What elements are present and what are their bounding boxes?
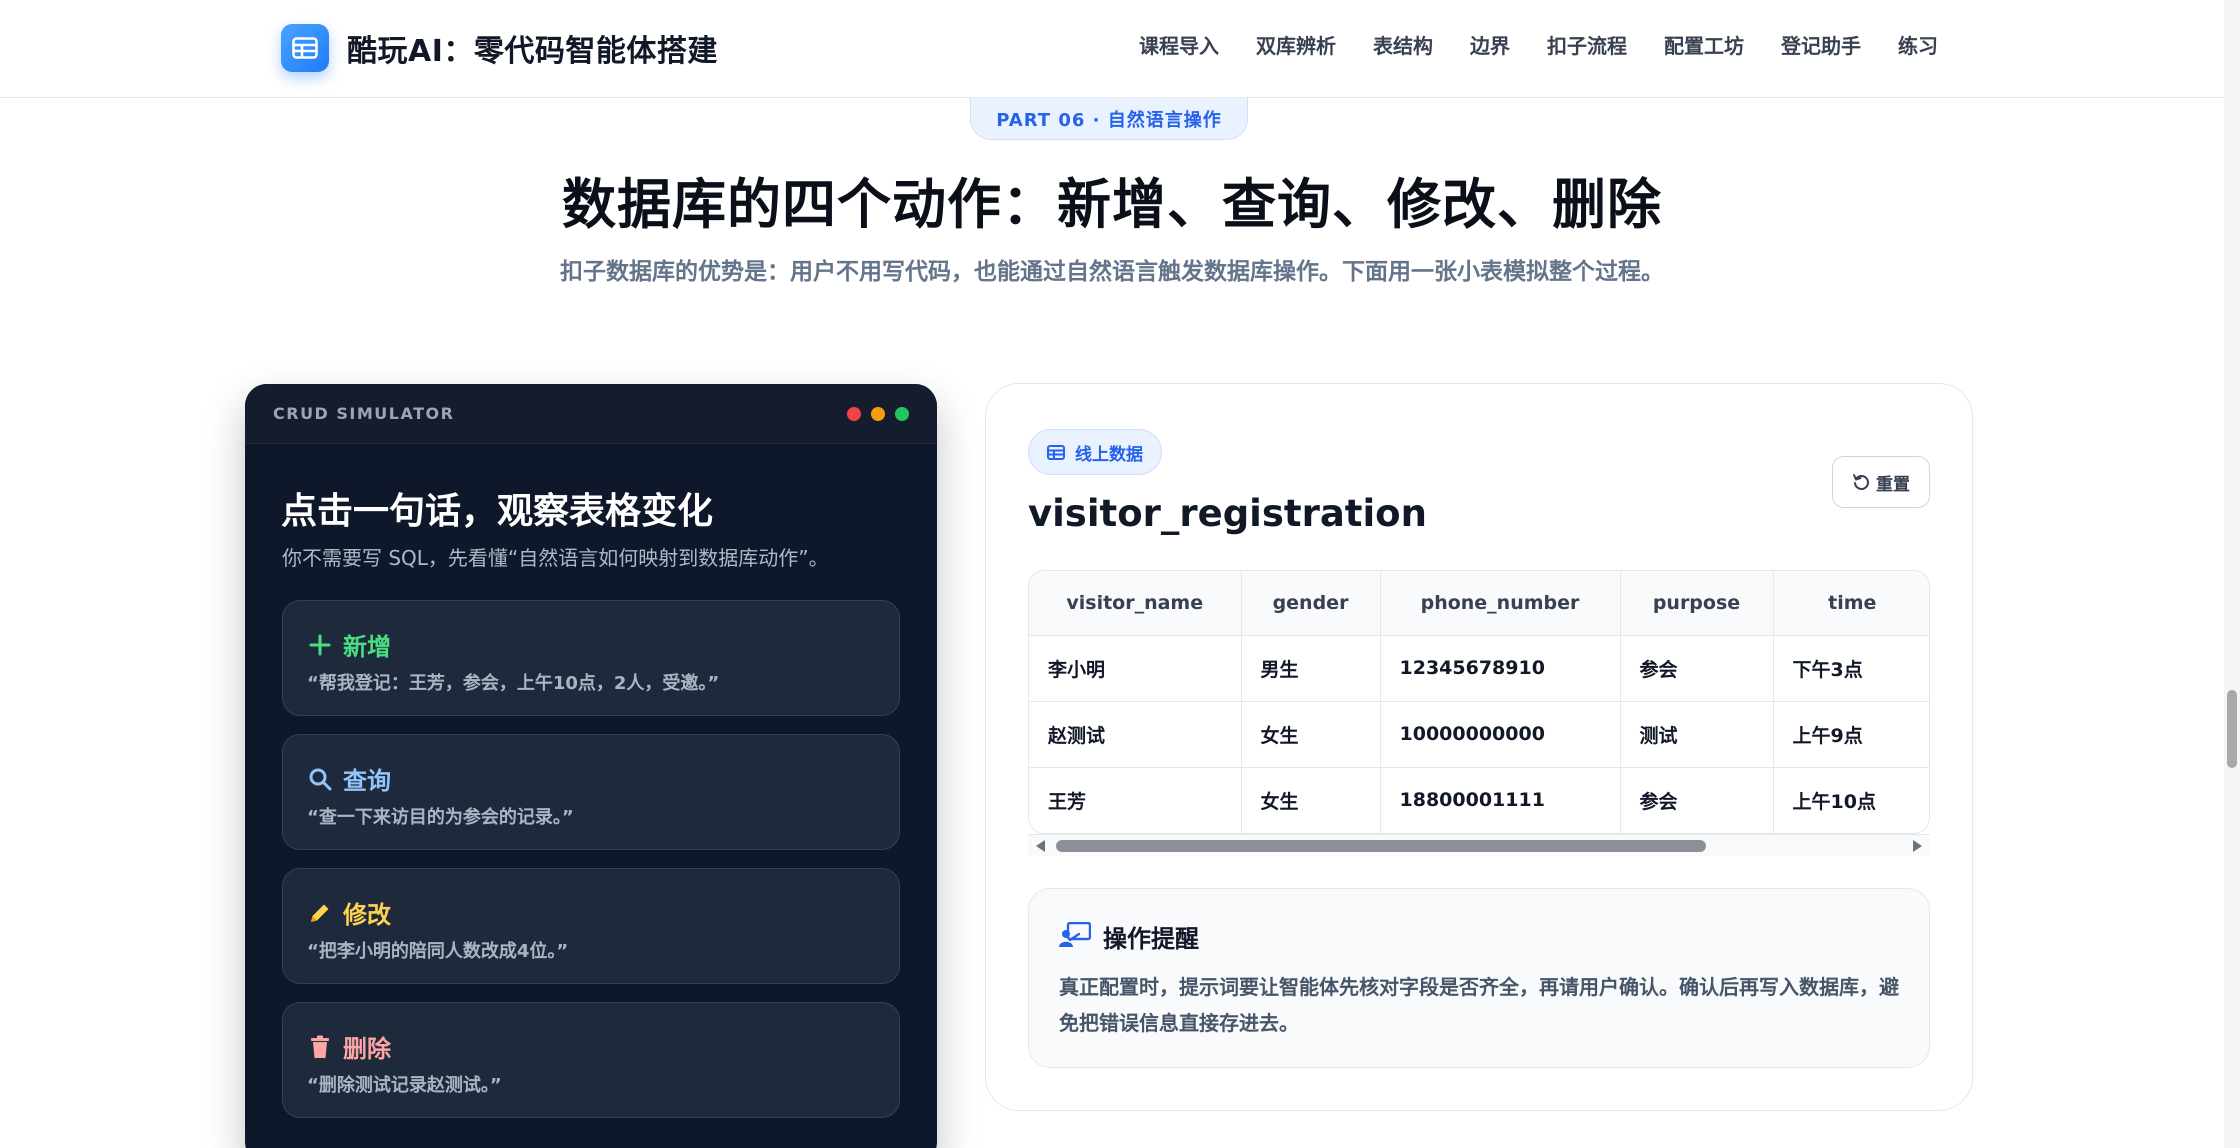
nav-item-register-assistant[interactable]: 登记助手: [1781, 30, 1861, 59]
brand-title: 酷玩AI：零代码智能体搭建: [347, 34, 718, 69]
main-nav: 课程导入 双库辨析 表结构 边界 扣子流程 配置工坊 登记助手 练习: [1102, 30, 1938, 59]
table-header-row: visitor_name gender phone_number purpose…: [1029, 571, 1929, 636]
presenter-icon: [1059, 921, 1092, 952]
tip-title: 操作提醒: [1103, 925, 1199, 953]
table-cell: 测试: [1620, 701, 1774, 768]
tip-body: 真正配置时，提示词要让智能体先核对字段是否齐全，再请用户确认。确认后再写入数据库…: [1059, 975, 1899, 1035]
action-delete-label: 删除: [343, 1035, 391, 1063]
data-panel: 线上数据 visitor_registration 重置 visitor_nam…: [985, 383, 1973, 1111]
scroll-left-arrow-icon[interactable]: [1036, 840, 1045, 852]
section-subtitle: 扣子数据库的优势是：用户不用写代码，也能通过自然语言触发数据库操作。下面用一张小…: [560, 259, 1664, 285]
tip-card: 操作提醒 真正配置时，提示词要让智能体先核对字段是否齐全，再请用户确认。确认后再…: [1028, 888, 1930, 1068]
table-cell: 12345678910: [1380, 635, 1621, 702]
table-cell: 参会: [1620, 635, 1774, 702]
table-logo-icon: [281, 24, 329, 72]
section-title: 数据库的四个动作：新增、查询、修改、删除: [562, 173, 1662, 236]
table-cell: 上午9点: [1773, 701, 1929, 768]
table-row[interactable]: 赵测试 女生 10000000000 测试 上午9点: [1029, 701, 1929, 768]
action-update-button[interactable]: 修改 “把李小明的陪同人数改成4位。”: [282, 868, 900, 984]
scroll-right-arrow-icon[interactable]: [1913, 840, 1922, 852]
search-icon: [307, 766, 333, 792]
reset-label: 重置: [1876, 474, 1910, 495]
crud-simulator-card: CRUD SIMULATOR 点击一句话，观察表格变化 你不需要写 SQL，先看…: [245, 384, 937, 1148]
table-cell: 赵测试: [1029, 701, 1242, 768]
action-create-label: 新增: [343, 633, 391, 661]
action-update-label: 修改: [343, 901, 391, 929]
part-badge: PART 06 · 自然语言操作: [970, 98, 1248, 140]
page-scrollbar-thumb[interactable]: [2227, 690, 2237, 768]
column-header[interactable]: phone_number: [1380, 571, 1621, 636]
table-cell: 10000000000: [1380, 701, 1621, 768]
column-header[interactable]: visitor_name: [1029, 571, 1242, 636]
simulator-header-label: CRUD SIMULATOR: [273, 404, 455, 423]
table-row[interactable]: 李小明 男生 12345678910 参会 下午3点: [1029, 635, 1929, 702]
action-query-button[interactable]: 查询 “查一下来访目的为参会的记录。”: [282, 734, 900, 850]
table-cell: 男生: [1241, 635, 1381, 702]
page-vertical-scrollbar[interactable]: [2224, 0, 2240, 1148]
table-cell: 18800001111: [1380, 767, 1621, 833]
nav-item-boundary[interactable]: 边界: [1470, 30, 1510, 59]
table-cell: 下午3点: [1773, 635, 1929, 702]
data-table: visitor_name gender phone_number purpose…: [1029, 571, 1929, 833]
column-header[interactable]: time: [1773, 571, 1929, 636]
action-delete-quote: “删除测试记录赵测试。”: [307, 1075, 502, 1096]
action-delete-button[interactable]: 删除 “删除测试记录赵测试。”: [282, 1002, 900, 1118]
plus-icon: [307, 632, 333, 658]
trash-icon: [307, 1034, 333, 1060]
table-horizontal-scrollbar[interactable]: [1028, 834, 1930, 856]
reset-button[interactable]: 重置: [1832, 456, 1930, 508]
reset-icon: [1852, 473, 1870, 491]
nav-item-dual-db[interactable]: 双库辨析: [1256, 30, 1336, 59]
action-create-button[interactable]: 新增 “帮我登记：王芳，参会，上午10点，2人，受邀。”: [282, 600, 900, 716]
window-dot-green: [895, 406, 909, 421]
table-name: visitor_registration: [1028, 492, 1427, 535]
simulator-subtitle: 你不需要写 SQL，先看懂“自然语言如何映射到数据库动作”。: [282, 546, 829, 570]
nav-item-practice[interactable]: 练习: [1898, 30, 1938, 59]
simulator-header: CRUD SIMULATOR: [245, 384, 937, 444]
scrollbar-thumb[interactable]: [1056, 840, 1706, 852]
nav-item-intro[interactable]: 课程导入: [1139, 30, 1219, 59]
nav-item-schema[interactable]: 表结构: [1373, 30, 1433, 59]
nav-item-workshop[interactable]: 配置工坊: [1664, 30, 1744, 59]
online-data-tag: 线上数据: [1028, 429, 1162, 475]
action-query-quote: “查一下来访目的为参会的记录。”: [307, 807, 574, 828]
table-icon: [1047, 444, 1065, 460]
top-navbar: 酷玩AI：零代码智能体搭建 课程导入 双库辨析 表结构 边界 扣子流程 配置工坊…: [0, 0, 2224, 98]
pencil-icon: [307, 900, 333, 926]
table-cell: 女生: [1241, 701, 1381, 768]
nav-item-coze-flow[interactable]: 扣子流程: [1547, 30, 1627, 59]
action-create-quote: “帮我登记：王芳，参会，上午10点，2人，受邀。”: [307, 673, 720, 694]
table-row[interactable]: 王芳 女生 18800001111 参会 上午10点: [1029, 767, 1929, 833]
window-dots: [837, 406, 909, 421]
table-cell: 参会: [1620, 767, 1774, 833]
table-cell: 女生: [1241, 767, 1381, 833]
brand[interactable]: 酷玩AI：零代码智能体搭建: [281, 24, 718, 72]
action-update-quote: “把李小明的陪同人数改成4位。”: [307, 941, 569, 962]
table-cell: 上午10点: [1792, 790, 1876, 813]
column-header[interactable]: gender: [1241, 571, 1381, 636]
window-dot-red: [847, 406, 861, 421]
data-table-container: visitor_name gender phone_number purpose…: [1028, 570, 1930, 834]
action-query-label: 查询: [343, 767, 391, 795]
column-header[interactable]: purpose: [1620, 571, 1774, 636]
table-cell: 李小明: [1029, 635, 1242, 702]
window-dot-yellow: [871, 406, 885, 421]
simulator-title: 点击一句话，观察表格变化: [281, 491, 714, 532]
table-cell: 王芳: [1029, 767, 1242, 833]
online-data-tag-label: 线上数据: [1075, 444, 1143, 465]
